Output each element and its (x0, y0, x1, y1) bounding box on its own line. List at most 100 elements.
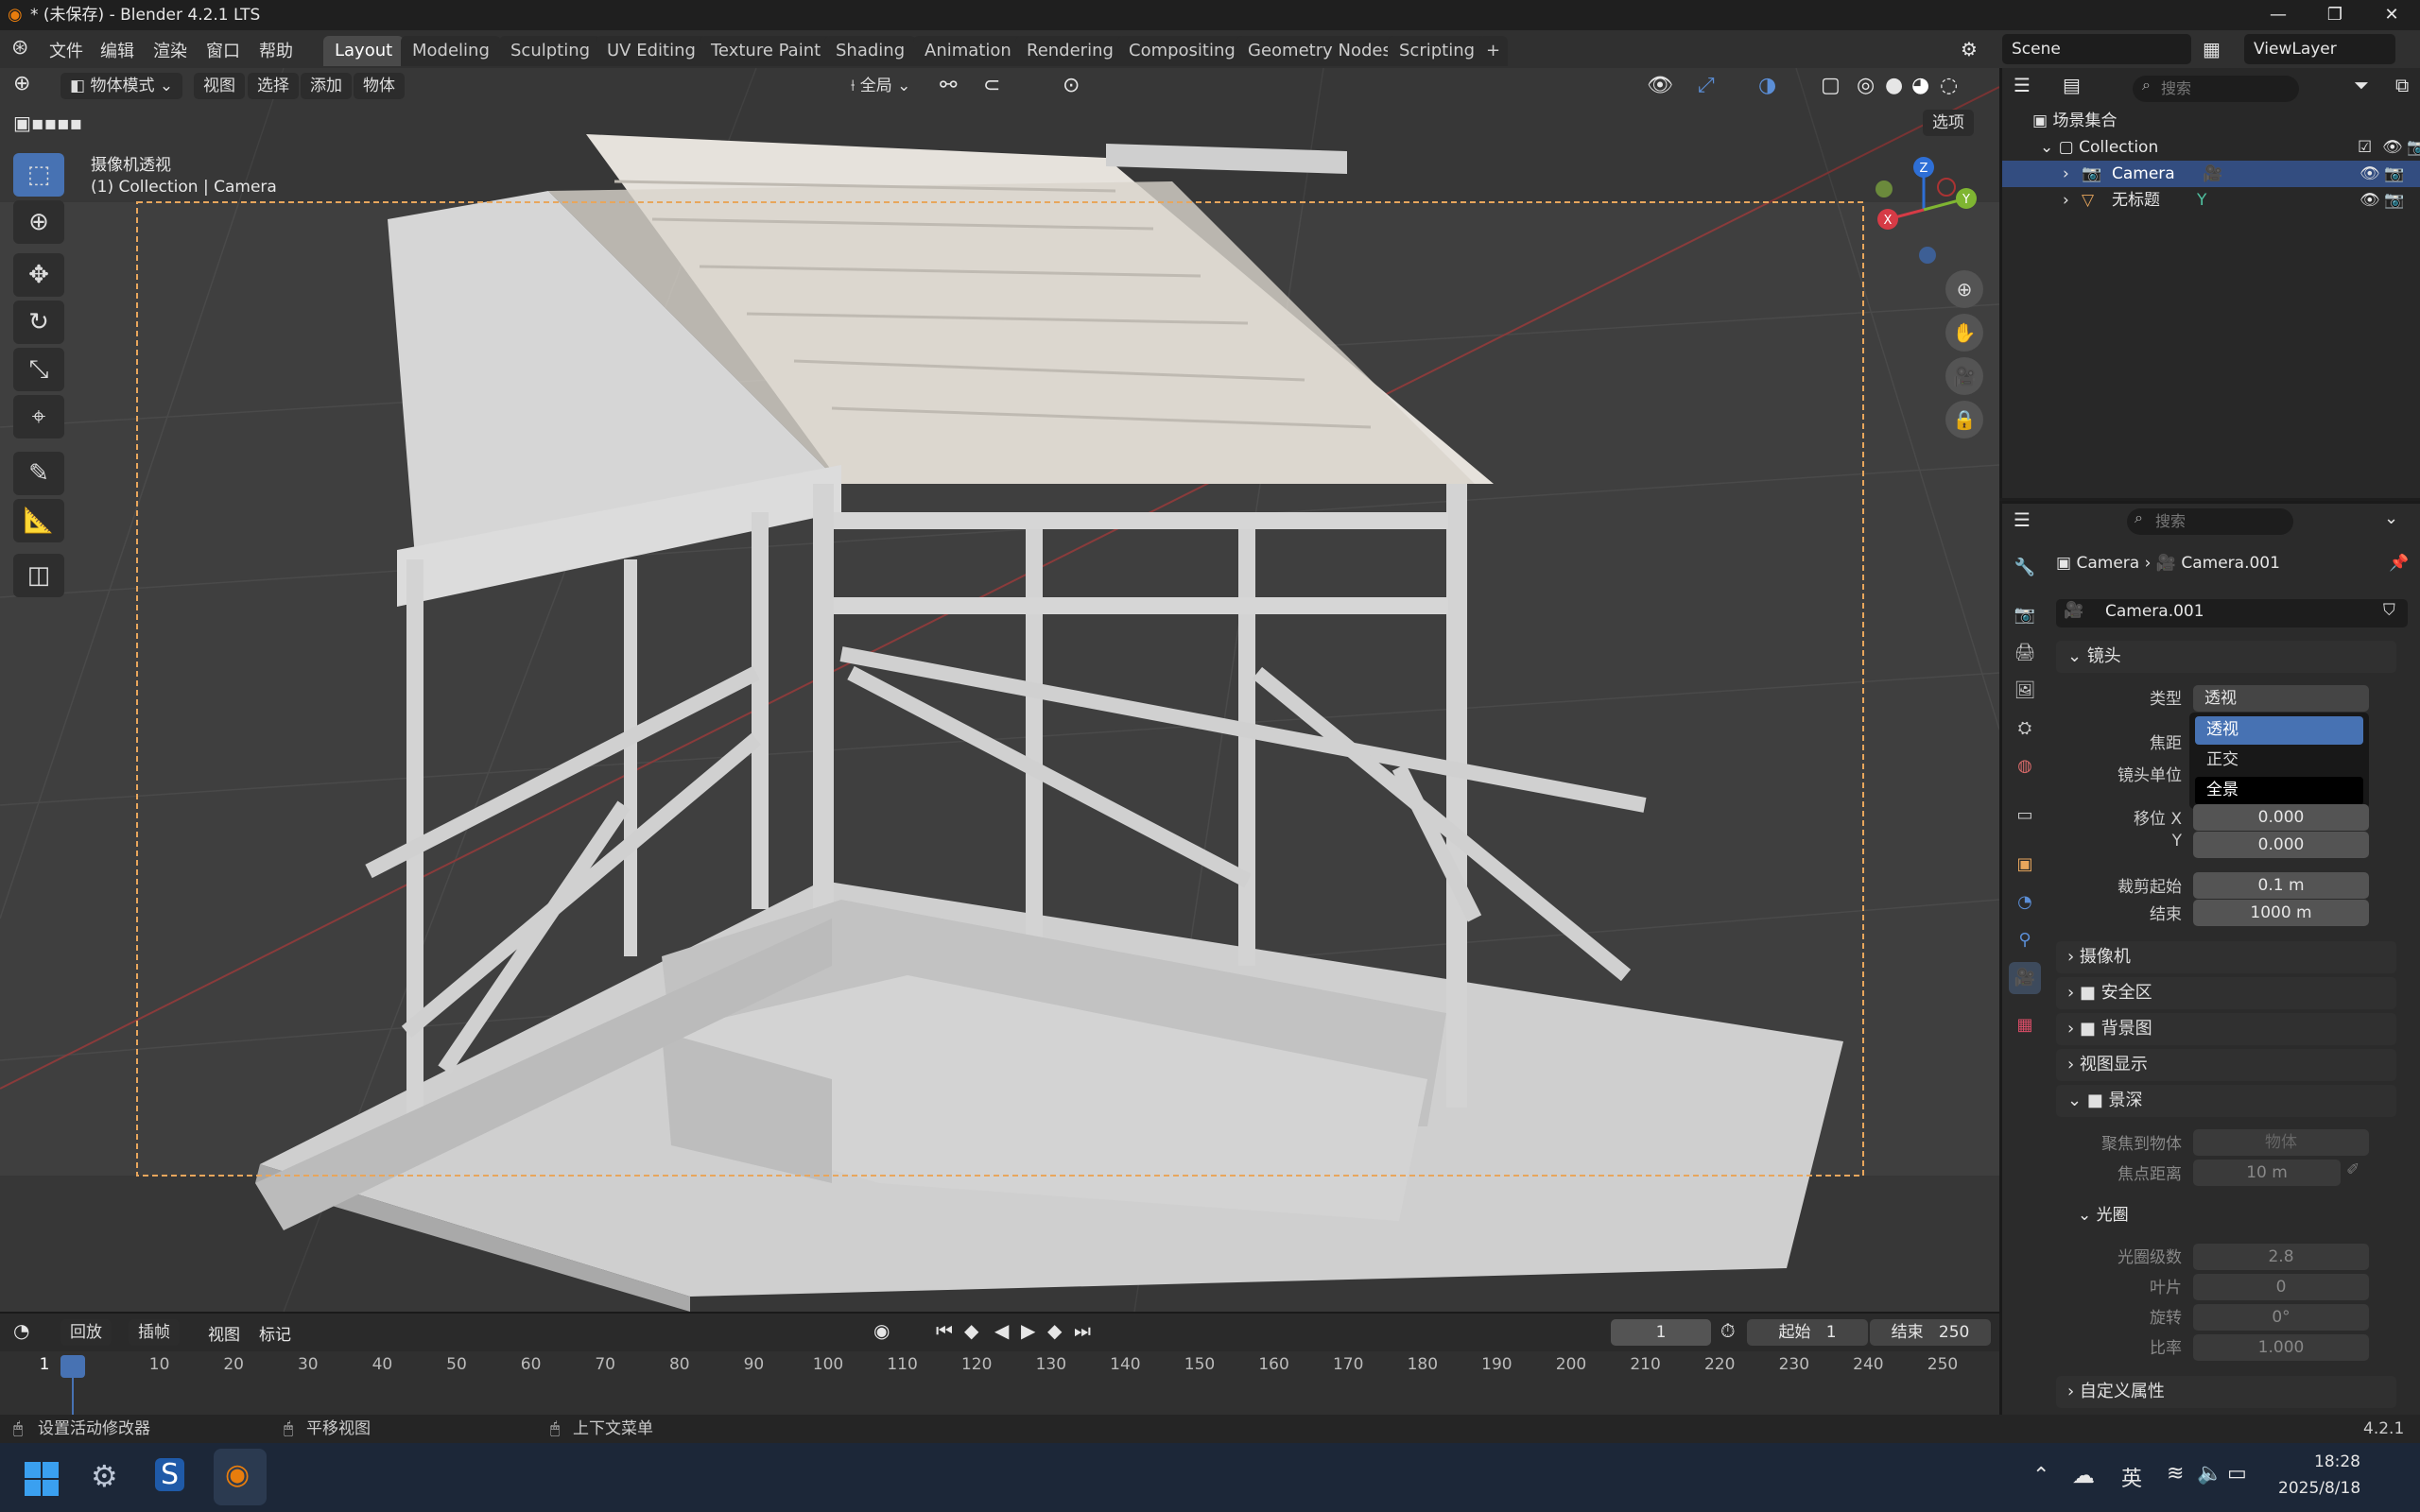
panel-custom-properties[interactable]: › 自定义属性 (2056, 1376, 2396, 1408)
tab-layout[interactable]: Layout (323, 36, 405, 66)
tab-sculpting[interactable]: Sculpting (499, 36, 602, 66)
new-collection-icon[interactable]: ⧉ (2395, 74, 2409, 96)
view-layer-icon[interactable]: ▦ (2203, 38, 2221, 60)
tab-shading[interactable]: Shading (824, 36, 917, 66)
frame-start-field[interactable]: 起始 1 (1747, 1319, 1868, 1346)
transform-tool-icon[interactable]: ⌖ (13, 395, 64, 438)
tab-compositing[interactable]: Compositing (1117, 36, 1247, 66)
panel-viewport-display[interactable]: › 视图显示 (2056, 1049, 2396, 1081)
render-tab-icon[interactable]: 📷 (2009, 599, 2041, 631)
panel-safe-areas[interactable]: › ■ 安全区 (2056, 977, 2396, 1009)
tab-texture-paint[interactable]: Texture Paint (700, 36, 833, 66)
current-frame-field[interactable]: 1 (1611, 1319, 1711, 1346)
tool-tab-icon[interactable]: 🔧 (2009, 552, 2041, 584)
ratio-field[interactable]: 1.000 (2193, 1334, 2369, 1361)
add-cube-tool-icon[interactable]: ◫ (13, 554, 64, 597)
tab-uv-editing[interactable]: UV Editing (596, 36, 707, 66)
clock-date[interactable]: 2025/8/18 (2278, 1479, 2360, 1498)
camera-data-icon[interactable]: 🎥 (2203, 161, 2222, 187)
transform-orientation[interactable]: ⟊ 全局 ⌄ (841, 73, 920, 99)
panel-camera[interactable]: › 摄像机 (2056, 941, 2396, 973)
tree-row-scene-collection[interactable]: ▣ 场景集合 (2032, 108, 2117, 134)
eye-icon[interactable]: 👁 (2360, 187, 2380, 214)
focus-object-field[interactable]: 物体 (2193, 1129, 2369, 1156)
menu-edit[interactable]: 编辑 (100, 38, 134, 62)
options-button[interactable]: 选项 (1923, 110, 1974, 136)
record-icon[interactable]: ◉ (873, 1319, 890, 1342)
physics-tab-icon[interactable]: ◔ (2009, 886, 2041, 919)
collection-tab-icon[interactable]: ▭ (2009, 799, 2041, 832)
scene-selector[interactable]: Scene (2002, 34, 2191, 64)
pan-hand-icon[interactable]: ✋ (1945, 314, 1983, 352)
fstop-field[interactable]: 2.8 (2193, 1244, 2369, 1270)
material-shading-icon[interactable]: ◕ (1911, 74, 1929, 97)
navigation-gizmo[interactable]: Z Y X (1867, 153, 1980, 266)
measure-tool-icon[interactable]: 📐 (13, 499, 64, 542)
tab-scripting[interactable]: Scripting (1388, 36, 1487, 66)
minimize-button[interactable]: — (2250, 0, 2307, 30)
3d-viewport[interactable]: ⊕ ◧ 物体模式 ⌄ 视图 选择 添加 物体 ⟊ 全局 ⌄ ⚯ ⊂ ⊙ 👁 ⤢ … (0, 68, 1999, 1312)
select-box-tool-icon[interactable]: ⬚ (13, 153, 64, 197)
clock-time[interactable]: 18:28 (2314, 1452, 2360, 1471)
annotate-tool-icon[interactable]: ✎ (13, 452, 64, 495)
dropdown-option-orthographic[interactable]: 正交 (2195, 747, 2363, 775)
proportional-edit-icon[interactable]: ⊙ (1063, 74, 1080, 97)
render-camera-icon[interactable]: 📷 (2384, 187, 2404, 214)
rendered-shading-icon[interactable]: ◌ (1940, 74, 1958, 97)
battery-icon[interactable]: ▭ (2227, 1462, 2247, 1486)
tree-row-camera[interactable]: › 📷 Camera 🎥 👁 📷 (2002, 161, 2420, 187)
eyedropper-icon[interactable]: ✐ (2346, 1160, 2360, 1179)
tab-animation[interactable]: Animation (913, 36, 1023, 66)
menu-help[interactable]: 帮助 (259, 38, 293, 62)
add-workspace-button[interactable]: + (1478, 36, 1509, 66)
eye-icon[interactable]: 👁 (2382, 134, 2403, 161)
chevron-up-icon[interactable]: ⌃ (2032, 1464, 2049, 1487)
focus-distance-field[interactable]: 10 m (2193, 1160, 2341, 1186)
lock-camera-icon[interactable]: 🔒 (1945, 401, 1983, 438)
editor-type-icon[interactable]: ⊕ (13, 72, 30, 95)
maximize-button[interactable]: ❐ (2307, 0, 2363, 30)
menu-file[interactable]: 文件 (49, 38, 83, 62)
close-button[interactable]: ✕ (2363, 0, 2420, 30)
shift-y-field[interactable]: 0.000 (2193, 832, 2369, 858)
clip-start-field[interactable]: 0.1 m (2193, 872, 2369, 899)
timeline-marker-menu[interactable]: 标记 (259, 1321, 291, 1345)
frame-end-field[interactable]: 结束 250 (1870, 1319, 1991, 1346)
clip-end-field[interactable]: 1000 m (2193, 900, 2369, 926)
visibility-icon[interactable]: 👁 (1647, 74, 1673, 97)
type-dropdown[interactable]: 透视 (2193, 685, 2369, 712)
rotate-tool-icon[interactable]: ↻ (13, 301, 64, 344)
datablock-selector[interactable]: 🎥 Camera.001 ⛉ (2056, 599, 2408, 627)
menu-render[interactable]: 渲染 (153, 38, 187, 62)
camera-view-icon[interactable]: 🎥 (1945, 357, 1983, 395)
menu-select[interactable]: 选择 (248, 73, 299, 99)
pin-icon[interactable]: 📌 (2389, 550, 2409, 576)
chevron-down-icon[interactable]: ⌄ (2040, 138, 2059, 157)
play-icon[interactable]: ▶ (1021, 1319, 1035, 1342)
select-mode-icons[interactable]: ▣▪▪▪▪ (13, 112, 82, 134)
properties-search-input[interactable]: 搜索 (2127, 508, 2293, 535)
xray-icon[interactable]: ▢ (1821, 74, 1841, 97)
jump-end-icon[interactable]: ⏭ (1074, 1319, 1091, 1342)
blades-field[interactable]: 0 (2193, 1274, 2369, 1300)
constraints-tab-icon[interactable]: ⚲ (2009, 924, 2041, 956)
scene-tab-icon[interactable]: ⛭ (2009, 713, 2041, 745)
wireframe-shading-icon[interactable]: ◎ (1857, 74, 1875, 97)
keying-menu[interactable]: 插帧 (129, 1319, 180, 1346)
prev-keyframe-icon[interactable]: ◆ (964, 1319, 978, 1342)
blender-app-button[interactable]: ◉ (214, 1449, 267, 1505)
solid-shading-icon[interactable]: ● (1885, 74, 1903, 97)
texture-tab-icon[interactable]: ▦ (2009, 1009, 2041, 1041)
sketchup-app-icon[interactable]: S (155, 1458, 185, 1491)
pivot-icon[interactable]: ⚯ (940, 74, 957, 97)
scale-tool-icon[interactable]: ⤡ (13, 348, 64, 391)
shield-icon[interactable]: ⛉ (2383, 601, 2395, 620)
wifi-icon[interactable]: ≋ (2167, 1462, 2184, 1486)
move-tool-icon[interactable]: ✥ (13, 253, 64, 297)
gizmo-icon[interactable]: ⤢ (1698, 74, 1715, 97)
camera-data-tab-icon[interactable]: 🎥 (2009, 962, 2041, 994)
editor-type-icon[interactable]: ◔ (13, 1319, 29, 1342)
checkbox-icon[interactable]: ☑ (2358, 134, 2372, 161)
dropdown-option-perspective[interactable]: 透视 (2195, 716, 2363, 745)
panel-depth-of-field[interactable]: ⌄ ■ 景深 (2056, 1085, 2396, 1117)
